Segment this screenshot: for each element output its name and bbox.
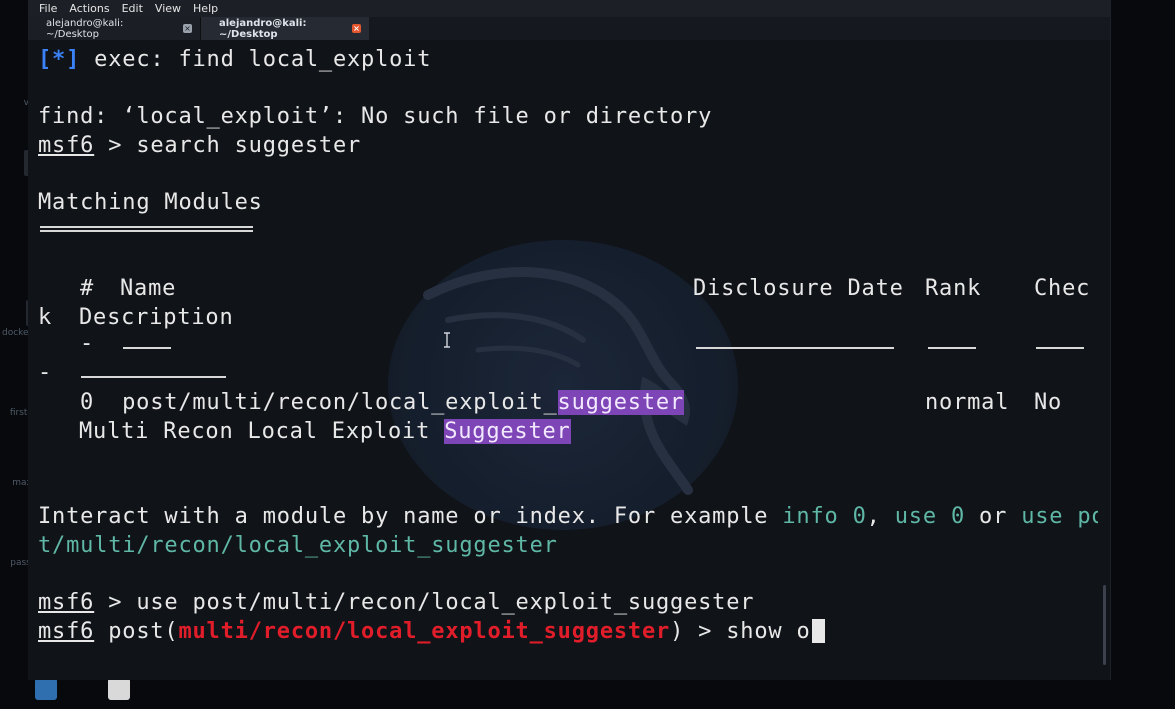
separator-check-wrap: - xyxy=(38,360,53,385)
menu-bar: File Actions Edit View Help xyxy=(28,0,1110,17)
separator-name xyxy=(123,347,171,349)
command-input[interactable]: ) > show o xyxy=(670,619,810,644)
command-text: > search suggester xyxy=(94,133,362,158)
command-line-3[interactable]: msf6 post(multi/recon/local_exploit_sugg… xyxy=(38,617,825,646)
header-name: Name xyxy=(120,276,177,301)
menu-actions[interactable]: Actions xyxy=(63,0,115,17)
text-cursor xyxy=(811,619,825,643)
interact-hint-wrap: t/multi/recon/local_exploit_suggester xyxy=(38,533,558,558)
close-icon[interactable]: × xyxy=(183,24,192,33)
terminal-output[interactable]: [*] exec: find local_exploit find: ‘loca… xyxy=(28,40,1098,680)
prompt-text: post( xyxy=(94,619,179,644)
menu-edit[interactable]: Edit xyxy=(116,0,149,17)
tab-title: alejandro@kali: ~/Desktop xyxy=(219,17,307,40)
prompt: msf6 xyxy=(38,590,95,615)
header-rank: Rank xyxy=(925,276,982,301)
hint-text: Interact with a module by name or index.… xyxy=(38,504,783,529)
tab-terminal-2[interactable]: alejandro@kali: ~/Desktop × xyxy=(201,17,369,40)
hint-text: , xyxy=(866,504,895,529)
status-marker: [*] xyxy=(38,47,81,72)
header-description: Description xyxy=(79,305,234,330)
header-check: Chec xyxy=(1034,276,1091,301)
result-index: 0 xyxy=(80,390,95,415)
separator-rank xyxy=(928,347,976,349)
separator-description xyxy=(81,376,226,378)
separator-check xyxy=(1036,347,1084,349)
search-match-highlight: suggester xyxy=(557,390,684,415)
active-module: multi/recon/local_exploit_suggester xyxy=(178,619,671,644)
example-command: info 0 xyxy=(782,504,867,529)
result-check: No xyxy=(1034,390,1063,415)
result-row: 0 post/multi/recon/local_exploit_suggest… xyxy=(80,388,684,417)
example-command: use pos xyxy=(1021,504,1098,529)
description-text: Multi Recon Local Exploit xyxy=(79,419,445,444)
matching-modules-title: Matching Modules xyxy=(38,190,263,215)
result-name: post/multi/recon/local_exploit_ xyxy=(122,390,558,415)
search-match-highlight: Suggester xyxy=(444,419,571,444)
header-check-wrap: k xyxy=(38,305,53,330)
separator-hash: - xyxy=(80,331,95,356)
interact-hint: Interact with a module by name or index.… xyxy=(38,502,1098,531)
prompt: msf6 xyxy=(38,619,95,644)
document-icon[interactable] xyxy=(108,678,130,700)
prompt: msf6 xyxy=(38,133,95,158)
command-line-1: msf6 > search suggester xyxy=(38,131,361,160)
menu-file[interactable]: File xyxy=(28,0,63,17)
result-rank: normal xyxy=(925,390,1010,415)
hint-text: or xyxy=(965,504,1022,529)
header-hash: # xyxy=(80,276,95,301)
header-disclosure-date: Disclosure Date xyxy=(693,276,904,301)
close-icon[interactable]: × xyxy=(352,24,361,33)
exec-line: [*] exec: find local_exploit xyxy=(38,45,431,74)
kali-dragon-icon xyxy=(423,267,693,495)
result-description: Multi Recon Local Exploit Suggester xyxy=(79,417,571,446)
tab-title: alejandro@kali: ~/Desktop xyxy=(46,17,124,40)
tab-terminal-1[interactable]: alejandro@kali: ~/Desktop × xyxy=(28,17,201,40)
menu-help[interactable]: Help xyxy=(187,0,224,17)
title-underline xyxy=(40,226,253,232)
mouse-ibeam-icon xyxy=(444,332,450,348)
exec-text: exec: find local_exploit xyxy=(80,47,432,72)
command-text: > use post/multi/recon/local_exploit_sug… xyxy=(94,590,755,615)
scrollbar[interactable] xyxy=(1103,585,1106,665)
python-icon[interactable] xyxy=(35,678,57,700)
separator-date xyxy=(696,347,894,349)
terminal-window[interactable]: File Actions Edit View Help alejandro@ka… xyxy=(28,0,1111,680)
kali-dragon-watermark xyxy=(388,240,738,530)
tab-bar: alejandro@kali: ~/Desktop × alejandro@ka… xyxy=(28,17,1110,40)
command-line-2: msf6 > use post/multi/recon/local_exploi… xyxy=(38,588,754,617)
example-command: use 0 xyxy=(894,504,965,529)
error-line: find: ‘local_exploit’: No such file or d… xyxy=(38,104,713,129)
menu-view[interactable]: View xyxy=(149,0,187,17)
